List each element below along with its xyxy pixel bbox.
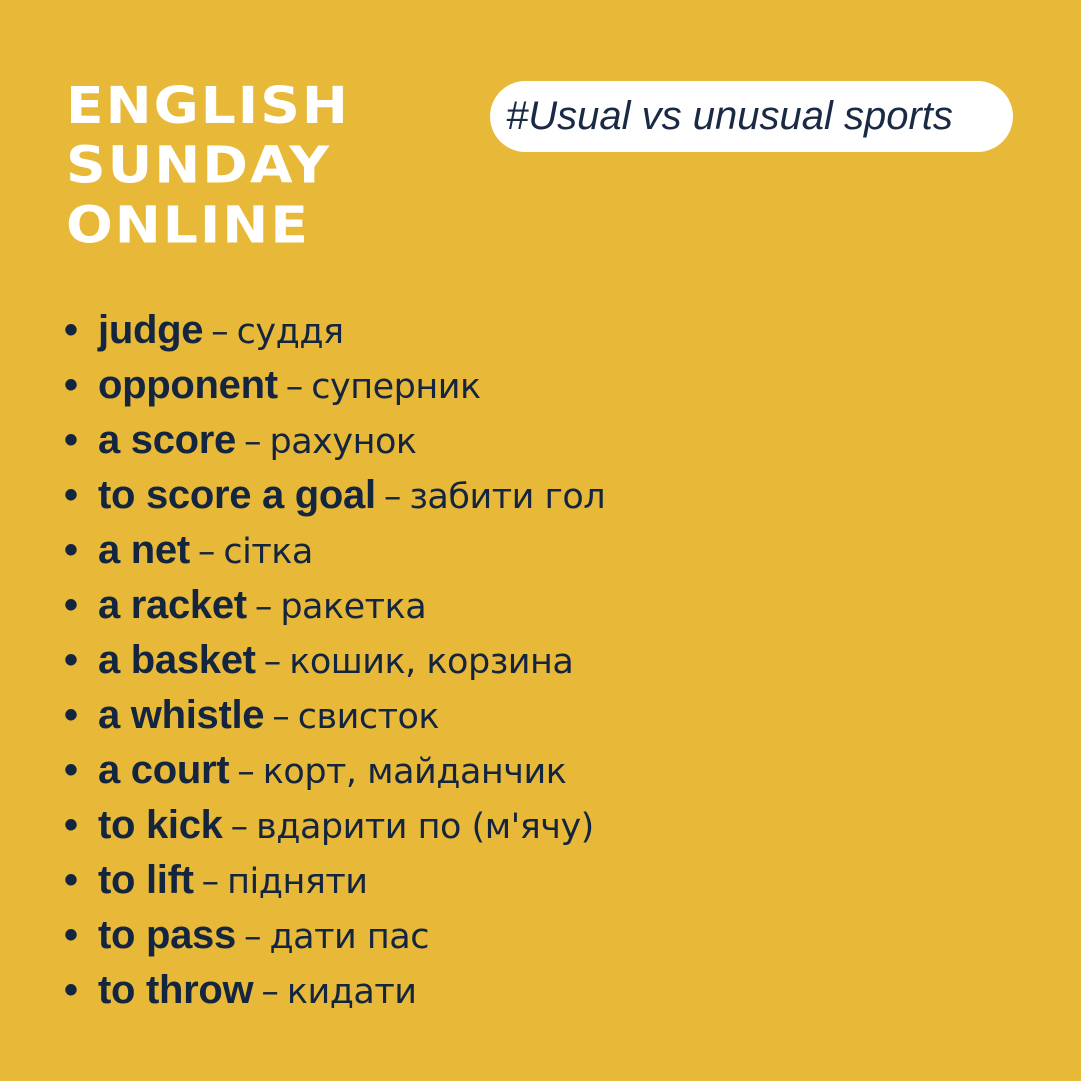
vocab-term: a whistle [98, 693, 265, 737]
bullet-icon: • [64, 693, 79, 737]
bullet-icon: • [64, 418, 79, 462]
bullet-icon: • [64, 583, 79, 627]
dash-separator: – [272, 697, 290, 737]
dash-separator: – [197, 532, 216, 572]
vocab-translation: підняти [227, 862, 368, 902]
vocab-translation: сітка [223, 532, 313, 572]
title-line-2: Sunday [66, 135, 332, 195]
bullet-icon: • [64, 528, 79, 572]
dash-separator: – [201, 862, 220, 902]
vocab-item: • to score a goal – забити гол [64, 468, 606, 523]
bullet-icon: • [64, 638, 79, 682]
dash-separator: – [230, 807, 249, 847]
vocab-item: • a court – корт, майданчик [64, 743, 605, 798]
vocab-translation: суддя [236, 312, 344, 352]
vocab-translation: дати пас [269, 917, 429, 957]
topic-hashtag-badge: #Usual vs unusual sports [490, 81, 1013, 152]
vocab-term: a racket [98, 583, 247, 627]
dash-separator: – [211, 312, 229, 352]
vocab-translation: рахунок [269, 422, 418, 462]
vocab-term: opponent [98, 363, 278, 407]
bullet-icon: • [64, 803, 79, 847]
title-line-3: Online [66, 195, 310, 255]
vocab-term: a score [98, 418, 236, 462]
vocab-item: • a net – сітка [64, 523, 605, 578]
bullet-icon: • [64, 858, 79, 902]
vocab-translation: вдарити по (м'ячу) [256, 807, 594, 847]
vocab-translation: забити гол [409, 477, 606, 517]
dash-separator: – [285, 367, 304, 407]
vocab-term: a basket [98, 638, 256, 682]
vocab-item: • a score – рахунок [64, 413, 605, 468]
vocabulary-list: • judge – суддя • opponent – суперник • a score… [64, 303, 606, 1018]
bullet-icon: • [64, 308, 79, 352]
dash-separator: – [243, 917, 262, 957]
dash-separator: – [261, 972, 279, 1012]
vocab-item: • to kick – вдарити по (м'ячу) [64, 798, 605, 853]
dash-separator: – [254, 587, 273, 627]
vocab-item: • a whistle – свисток [64, 688, 605, 743]
vocab-translation: корт, майданчик [262, 752, 567, 792]
bullet-icon: • [64, 363, 79, 407]
vocab-item: • judge – суддя [64, 303, 605, 358]
vocab-translation: кошик, корзина [289, 642, 574, 682]
bullet-icon: • [64, 968, 79, 1012]
vocab-term: to kick [98, 803, 223, 847]
vocab-term: to score a goal [98, 473, 376, 517]
vocab-item: • a basket – кошик, корзина [64, 633, 605, 688]
title-line-1: English [66, 76, 350, 135]
vocab-translation: суперник [311, 367, 481, 407]
vocab-term: a court [98, 748, 230, 792]
vocab-translation: ракетка [280, 587, 427, 627]
dash-separator: – [383, 477, 402, 517]
bullet-icon: • [64, 748, 79, 792]
vocab-term: to throw [98, 968, 254, 1012]
vocab-translation: кидати [286, 972, 417, 1012]
vocab-item: • to lift – підняти [64, 853, 605, 908]
vocab-item: • to pass – дати пас [64, 908, 605, 963]
dash-separator: – [263, 642, 282, 682]
vocab-item: • to throw – кидати [64, 963, 605, 1018]
dash-separator: – [237, 752, 255, 792]
vocab-term: to pass [98, 913, 236, 957]
vocab-term: to lift [98, 858, 194, 902]
page-title: English Sunday Online [66, 76, 350, 255]
vocab-translation: свисток [297, 697, 440, 737]
bullet-icon: • [64, 473, 79, 517]
vocab-term: a net [98, 528, 190, 572]
vocab-item: • opponent – суперник [64, 358, 605, 413]
vocab-term: judge [98, 308, 204, 352]
vocab-item: • a racket – ракетка [64, 578, 605, 633]
dash-separator: – [244, 422, 262, 462]
bullet-icon: • [64, 913, 79, 957]
